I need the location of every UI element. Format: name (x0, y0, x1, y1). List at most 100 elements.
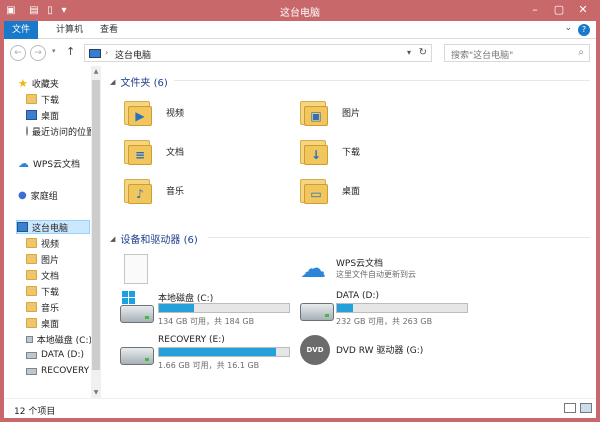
capacity-fill (159, 304, 195, 312)
folder-tile[interactable]: ↓ 下载 (300, 133, 360, 169)
search-input[interactable]: 搜索"这台电脑" ⌕ (444, 44, 590, 62)
sidebar-item-downloads-pc[interactable]: 下载 (26, 284, 59, 298)
explorer-window: ▣ ▤ ▯ ▾ 这台电脑 – ▢ ✕ 文件 计算机 查看 ⌄ ? ← → ▾ ↑… (0, 0, 600, 422)
up-button[interactable]: ↑ (66, 45, 75, 58)
maximize-button[interactable]: ▢ (548, 1, 570, 17)
drive-g[interactable]: DVD DVD RW 驱动器 (G:) (300, 333, 490, 369)
drive-d[interactable]: DATA (D:) 232 GB 可用，共 263 GB (300, 291, 480, 327)
dvd-drive-icon: DVD (300, 335, 330, 365)
folder-tile[interactable]: ▶ 视频 (124, 94, 184, 130)
sidebar-item-drive-d[interactable]: DATA (D:) (26, 348, 84, 362)
scrollbar-thumb[interactable] (92, 80, 100, 370)
music-icon: ♪ (124, 175, 154, 205)
navigation-pane: ★ 收藏夹 下载 桌面 最近访问的位置 ☁ WPS云文档 ● 家庭组 这台电脑 视频 … (4, 66, 102, 398)
folder-tile[interactable]: ♪ 音乐 (124, 172, 184, 208)
breadcrumb[interactable]: 这台电脑 (115, 48, 151, 61)
sidebar-item-drive-e[interactable]: RECOVERY (26, 364, 89, 378)
folders-header[interactable]: ◢ 文件夹 (6) (110, 74, 168, 90)
title-bar: ▣ ▤ ▯ ▾ 这台电脑 – ▢ ✕ (0, 0, 600, 21)
folder-label: 图片 (342, 108, 361, 119)
minimize-button[interactable]: – (524, 1, 546, 17)
tab-file[interactable]: 文件 (4, 21, 39, 39)
computer-icon (89, 49, 101, 58)
device-item-wps[interactable]: ☁ WPS云文档 这里文件自动更新到云 (300, 254, 490, 288)
homegroup-icon: ● (18, 189, 27, 201)
section-divider (174, 80, 590, 81)
sidebar-item-documents[interactable]: 文档 (26, 268, 59, 282)
hard-drive-icon (120, 347, 154, 365)
folder-label: 音乐 (166, 186, 185, 197)
sidebar-item-desktop[interactable]: 桌面 (26, 108, 59, 122)
tab-computer[interactable]: 计算机 (48, 21, 91, 39)
sidebar-item-desktop-pc[interactable]: 桌面 (26, 316, 59, 330)
address-bar[interactable]: › 这台电脑 ▾ ↻ (84, 44, 432, 62)
sidebar-item-recent[interactable]: 最近访问的位置 (26, 124, 92, 138)
status-bar: 12 个项目 (4, 398, 596, 418)
scroll-down-icon[interactable]: ▼ (91, 389, 101, 396)
section-divider (208, 237, 590, 238)
folder-label: 桌面 (342, 186, 361, 197)
capacity-bar (158, 303, 290, 313)
folder-tile[interactable]: ▭ 桌面 (300, 172, 360, 208)
ribbon-collapse-icon[interactable]: ⌄ (564, 23, 572, 33)
item-count: 12 个项目 (14, 407, 56, 417)
back-button[interactable]: ← (10, 45, 26, 61)
desktop-folder-icon (26, 318, 37, 328)
folder-label: 文档 (166, 147, 185, 158)
drive-c[interactable]: 本地磁盘 (C:) 134 GB 可用，共 184 GB (118, 291, 298, 327)
scroll-up-icon[interactable]: ▲ (91, 68, 101, 75)
sidebar-item-downloads[interactable]: 下载 (26, 92, 59, 106)
help-icon[interactable]: ? (578, 24, 590, 36)
sidebar-item-music[interactable]: 音乐 (26, 300, 59, 314)
drive-icon (26, 351, 37, 359)
sidebar-item-pictures[interactable]: 图片 (26, 252, 59, 266)
download-icon: ↓ (300, 136, 330, 166)
sidebar-item-favorites[interactable]: ★ 收藏夹 (18, 76, 59, 90)
sidebar-item-thispc[interactable]: 这台电脑 (16, 220, 90, 234)
content-pane: ◢ 文件夹 (6) ▶ 视频 ▣ 图片 ≡ 文档 ↓ 下载 ♪ 音乐 ▭ 桌面 ◢ 设备和驱动器 (6) … (104, 66, 596, 398)
video-folder-icon (26, 238, 37, 248)
tab-view[interactable]: 查看 (92, 21, 126, 39)
drive-icon (26, 335, 33, 343)
capacity-fill (337, 304, 353, 312)
blank-document-icon (124, 254, 148, 284)
document-folder-icon (26, 270, 37, 280)
sidebar-item-homegroup[interactable]: ● 家庭组 (18, 188, 58, 202)
collapse-chevron-icon[interactable]: ◢ (110, 78, 115, 86)
sidebar-item-drive-c[interactable]: 本地磁盘 (C:) (26, 332, 92, 346)
drive-e[interactable]: RECOVERY (E:) 1.66 GB 可用，共 16.1 GB (118, 335, 298, 371)
capacity-bar (158, 347, 290, 357)
drive-icon (26, 367, 37, 375)
document-icon: ≡ (124, 136, 154, 166)
video-icon: ▶ (124, 97, 154, 127)
collapse-chevron-icon[interactable]: ◢ (110, 235, 115, 243)
windows-logo-icon (122, 291, 136, 305)
hard-drive-icon (300, 303, 334, 321)
close-button[interactable]: ✕ (572, 1, 594, 17)
devices-header[interactable]: ◢ 设备和驱动器 (6) (110, 231, 198, 247)
search-icon[interactable]: ⌕ (578, 47, 584, 58)
details-view-icon[interactable] (564, 403, 576, 413)
window-title: 这台电脑 (280, 8, 320, 19)
folder-label: 视频 (166, 108, 185, 119)
forward-button[interactable]: → (30, 45, 46, 61)
folder-tile[interactable]: ≡ 文档 (124, 133, 184, 169)
window-body: 文件 计算机 查看 ⌄ ? ← → ▾ ↑ › 这台电脑 ▾ ↻ 搜索"这台电脑… (4, 21, 596, 418)
folder-tile[interactable]: ▣ 图片 (300, 94, 360, 130)
cloud-icon: ☁ (18, 156, 29, 170)
recent-places-icon (26, 126, 28, 136)
refresh-icon[interactable]: ↻ (419, 47, 427, 58)
large-icons-view-icon[interactable] (580, 403, 592, 413)
sidebar-item-videos[interactable]: 视频 (26, 236, 59, 250)
device-item-unknown[interactable] (124, 254, 304, 288)
cloud-icon: ☁ (300, 254, 326, 284)
recent-locations-icon[interactable]: ▾ (52, 47, 56, 55)
breadcrumb-separator: › (105, 48, 109, 57)
address-dropdown-icon[interactable]: ▾ (407, 48, 411, 57)
sidebar-item-wps[interactable]: ☁ WPS云文档 (18, 156, 80, 170)
folder-label: 下载 (342, 147, 361, 158)
navigation-scrollbar[interactable]: ▲ ▼ (91, 66, 101, 398)
computer-icon (17, 222, 28, 232)
download-folder-icon (26, 286, 37, 296)
capacity-fill (159, 348, 276, 356)
